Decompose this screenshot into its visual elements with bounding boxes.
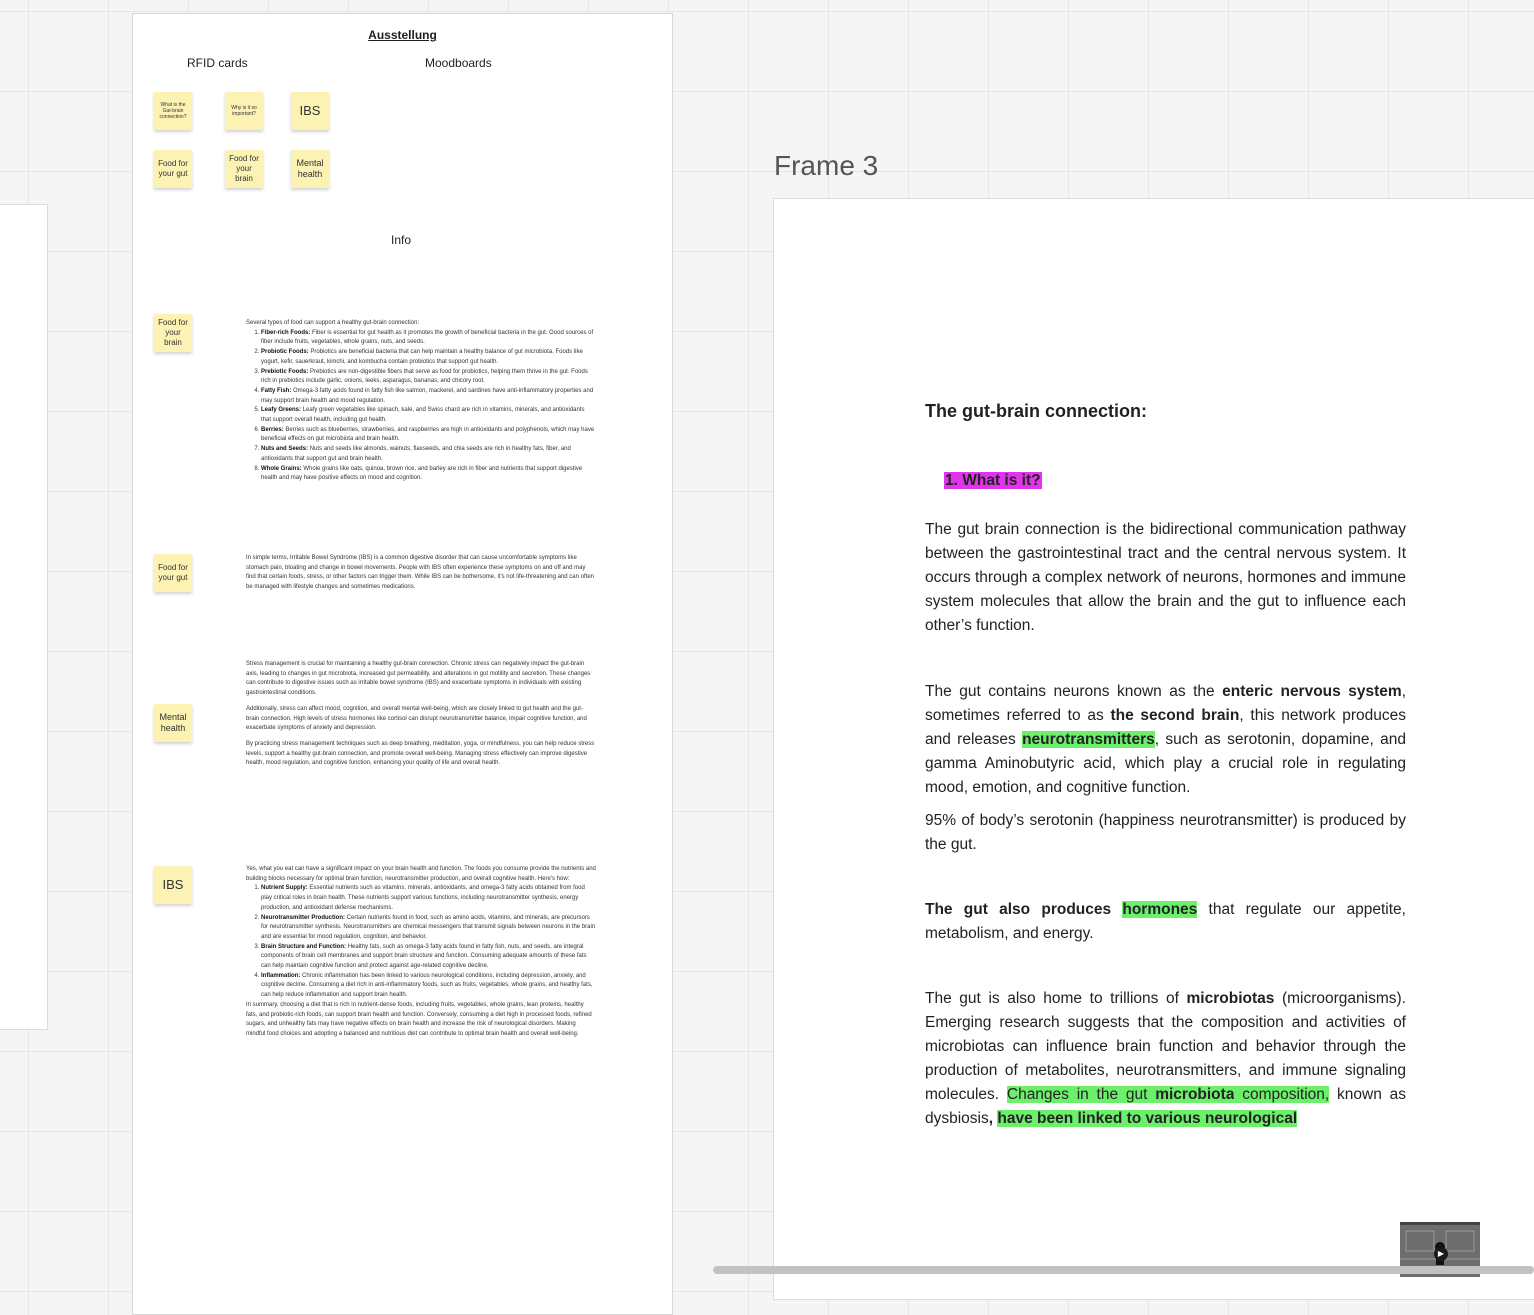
moodboards-label: Moodboards bbox=[425, 56, 492, 70]
list-item: Fatty Fish: Omega-3 fatty acids found in… bbox=[261, 387, 596, 406]
ibs-text[interactable]: In simple terms, Irritable Bowel Syndrom… bbox=[246, 554, 596, 599]
sticky-note-why-important[interactable]: Why is it so important? bbox=[225, 92, 263, 130]
board-title: Ausstellung bbox=[368, 28, 437, 42]
doc-paragraph-2: The gut contains neurons known as the en… bbox=[925, 682, 1407, 796]
frame-3-label[interactable]: Frame 3 bbox=[774, 150, 878, 182]
gut-foods-list: Fiber-rich Foods: Fiber is essential for… bbox=[246, 329, 596, 484]
partial-frame-left[interactable] bbox=[0, 204, 48, 1030]
list-item: Nuts and Seeds: Nuts and seeds like almo… bbox=[261, 445, 596, 464]
brain-intro: Yes, what you eat can have a significant… bbox=[246, 866, 596, 882]
list-item: Nutrient Supply: Essential nutrients suc… bbox=[261, 884, 596, 913]
doc-heading: The gut-brain connection: bbox=[925, 401, 1147, 421]
mental-paragraph: By practicing stress management techniqu… bbox=[246, 740, 595, 767]
play-icon[interactable]: ▶ bbox=[1434, 1247, 1448, 1261]
list-item: Fiber-rich Foods: Fiber is essential for… bbox=[261, 329, 596, 348]
info-label: Info bbox=[391, 233, 412, 247]
doc-subheading: 1. What is it? bbox=[944, 469, 1042, 493]
mental-paragraph: Additionally, stress can affect mood, co… bbox=[246, 705, 587, 732]
list-item: Leafy Greens: Leafy green vegetables lik… bbox=[261, 406, 596, 425]
list-item: Brain Structure and Function: Healthy fa… bbox=[261, 943, 596, 972]
brain-list: Nutrient Supply: Essential nutrients suc… bbox=[246, 884, 596, 1000]
doc-paragraph-1: The gut brain connection is the bidirect… bbox=[925, 520, 1406, 634]
subheading-highlight: 1. What is it? bbox=[944, 472, 1042, 489]
gut-foods-intro: Several types of food can support a heal… bbox=[246, 320, 420, 326]
list-item: Whole Grains: Whole grains like oats, qu… bbox=[261, 465, 596, 484]
list-item: Probiotic Foods: Probiotics are benefici… bbox=[261, 348, 596, 367]
sticky-note-ibs[interactable]: IBS bbox=[291, 92, 329, 130]
ausstellung-board[interactable]: Ausstellung RFID cards Moodboards What i… bbox=[132, 13, 673, 1315]
sticky-note-info-food-for-brain[interactable]: Food for your brain bbox=[154, 314, 192, 352]
list-item: Berries: Berries such as blueberries, st… bbox=[261, 426, 596, 445]
sticky-note-info-mental-health[interactable]: Mental health bbox=[154, 704, 192, 742]
sticky-note-gut-brain-question[interactable]: What is the Gut-brain connection? bbox=[154, 92, 192, 130]
rfid-cards-label: RFID cards bbox=[187, 56, 248, 70]
list-item: Inflammation: Chronic inflammation has b… bbox=[261, 972, 596, 1001]
sticky-note-food-for-gut[interactable]: Food for your gut bbox=[154, 150, 192, 188]
sticky-note-info-ibs[interactable]: IBS bbox=[154, 866, 192, 904]
mental-paragraph: Stress management is crucial for maintai… bbox=[246, 661, 591, 697]
doc-paragraph-4: The gut also produces hormones that regu… bbox=[925, 900, 1406, 942]
sticky-note-mental-health[interactable]: Mental health bbox=[291, 150, 329, 188]
sticky-note-food-for-brain[interactable]: Food for your brain bbox=[225, 150, 263, 188]
list-item: Neurotransmitter Production: Certain nut… bbox=[261, 914, 596, 943]
brain-food-text[interactable]: Yes, what you eat can have a significant… bbox=[246, 865, 596, 1040]
sticky-note-info-food-for-gut[interactable]: Food for your gut bbox=[154, 554, 192, 592]
doc-paragraph-5: The gut is also home to trillions of mic… bbox=[925, 989, 1406, 1127]
frame-3[interactable]: The gut-brain connection: 1. What is it?… bbox=[773, 198, 1534, 1300]
list-item: Prebiotic Foods: Prebiotics are non-dige… bbox=[261, 368, 596, 387]
doc-paragraph-3: 95% of body’s serotonin (happiness neuro… bbox=[925, 811, 1406, 853]
horizontal-scrollbar[interactable] bbox=[713, 1266, 1534, 1274]
gut-foods-text[interactable]: Several types of food can support a heal… bbox=[246, 319, 596, 484]
brain-summary: In summary, choosing a diet that is rich… bbox=[246, 1001, 592, 1037]
mental-health-text[interactable]: Stress management is crucial for maintai… bbox=[246, 660, 596, 775]
